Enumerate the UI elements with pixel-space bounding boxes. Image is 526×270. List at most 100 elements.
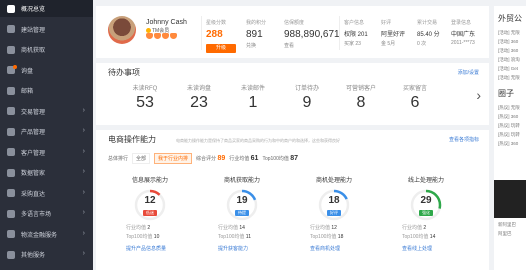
sidebar-item[interactable]: 物流金融服务 › [0,226,93,243]
line-value: 12 [331,225,337,231]
gauge-value: 29 [420,195,432,206]
right-link[interactable]: [活动] 无限 [498,28,526,37]
menu-icon [7,250,15,259]
line-value: 11 [245,234,251,240]
todo-label: 订单待办 [294,86,319,92]
improve-link[interactable]: 查看线上处理 [402,245,473,252]
gauge-tag: 好评 [327,210,341,216]
sidebar-item-label: 其他服务 [21,253,46,259]
industry-average-line: 行业均值 12 [310,224,381,231]
right-link[interactable]: 阿里巴 [498,229,526,238]
ability-gauge: 18 好评 [317,188,351,222]
avatar[interactable] [108,16,136,44]
todo-count: 6 [410,94,420,111]
sidebar-item[interactable]: 概况总览 [0,0,93,17]
stat-sub[interactable]: 买家 23 [344,40,368,47]
chevron-right-icon: › [82,209,85,216]
stat-sub[interactable]: 0 次 [417,40,440,47]
improve-link[interactable]: 查看商机处理 [310,245,381,252]
gauge-tag: 强化 [419,210,433,216]
stat-label: 我的积分 [246,20,267,26]
ability-gauge: 12 低迷 [133,188,167,222]
sidebar-item[interactable]: 建站管理 [0,21,93,38]
right-link[interactable]: [热议] 360 [498,139,526,148]
todo-label: 未读邮件 [240,86,265,92]
main-content: Johnny Cash TM会员 升级 星级分数 288 我的积分 891 兑换 信保额度… [96,0,489,270]
sidebar-item-label: 多语言市场 [21,212,52,218]
sidebar-item[interactable]: 数据管家 › [0,164,93,181]
todo-count: 1 [248,94,258,111]
right-link[interactable]: [热议] 360 [498,112,526,121]
line-value: 18 [337,234,344,240]
heart-icon [162,33,169,39]
gauge-value: 12 [144,195,156,206]
stat-label: 信保额度 [284,20,305,26]
stat-sub[interactable]: 查看 [284,42,340,49]
right-link[interactable]: [热议] 玩转 [498,130,526,139]
sidebar-item[interactable]: 邮箱 [0,82,93,99]
profile-card: Johnny Cash TM会员 升级 星级分数 288 我的积分 891 兑换 信保额度… [96,6,489,58]
top100-average: Top100均值 87 [262,155,299,162]
ability-column: 信息展示能力 12 低迷 行业均值 2 Top100均值 10 提升产品信息质量 [112,175,197,252]
chip-peer[interactable]: 我于行业内排 [154,153,193,164]
todo-label: 买家留言 [402,86,427,92]
sidebar-item-label: 产品管理 [21,130,46,136]
line-label: Top100均值 [126,234,153,240]
top100-average-line: Top100均值 14 [402,233,473,240]
right-link[interactable]: [热议] 无限 [498,103,526,112]
sidebar-item[interactable]: 商机获取 [0,41,93,58]
line-value: 14 [239,225,245,231]
promo-image[interactable] [494,180,526,218]
line-label: 行业均值 [218,225,239,231]
right-link[interactable]: [活动] Get [498,64,526,73]
right-link[interactable]: [活动] 360 [498,46,526,55]
sidebar-item[interactable]: 产品管理 › [0,123,93,140]
sidebar-item[interactable]: 其他服务 › [0,246,93,263]
todo-item[interactable]: 未读RFQ 53 [120,83,170,112]
composite-score: 综合评分 89 [196,155,226,162]
menu-icon [7,209,15,218]
sidebar-item[interactable]: 多语言市场 › [0,205,93,222]
heart-icon [154,33,161,39]
chevron-right-icon: › [82,106,85,114]
gauge-tag: 低迷 [143,210,157,216]
stat-item: 客户信息 权限 201 买家 23 [344,19,368,47]
right-link[interactable]: [活动] 浪淘 [498,55,526,64]
stat-sub[interactable]: 兑换 [246,42,266,49]
sidebar-item-label: 数据管家 [21,171,46,177]
improve-link[interactable]: 提升获客能力 [218,245,289,252]
todo-title: 待办事项 [108,68,140,77]
todo-item[interactable]: 可营销客户 8 [336,83,386,112]
right-link[interactable]: [活动] 无限 [498,73,526,82]
chevron-right-icon: › [82,168,85,175]
next-arrow-icon[interactable]: › [476,87,481,103]
stat-item: 登录信息 中国广东 2011-***73 [451,19,475,46]
sidebar-item-label: 交易管理 [21,109,46,116]
sidebar-item[interactable]: 采购直达 › [0,185,93,202]
todo-settings-link[interactable]: 添加/设置 [458,69,479,76]
upgrade-button[interactable]: 升级 [206,44,236,53]
todo-item[interactable]: 未读邮件 1 [228,83,278,112]
chip-all[interactable]: 全部 [132,153,151,164]
sidebar-item[interactable]: 客户管理 › [0,144,93,161]
right-section-title: 外贸公 [498,14,522,23]
sidebar-item-label: 概况总览 [21,7,46,13]
todo-item[interactable]: 订单待办 9 [282,83,332,112]
improve-link[interactable]: 提升产品信息质量 [126,245,197,252]
ability-title: 商机处理能力 [315,178,352,184]
menu-icon [7,189,15,197]
sidebar-item[interactable]: 询盘 [0,62,93,79]
ability-title: 电商操作能力 [108,135,156,144]
sidebar-item[interactable]: 交易管理 › [0,103,93,120]
right-link[interactable]: [活动] 360 [498,37,526,46]
sidebar: 概况总览 建站管理 商机获取 询盘 邮箱 交易管理 › 产品管理 › 客户管理 › 数据管家 › 采购直达… [0,0,93,270]
stat-sub[interactable]: 2011-***73 [451,40,475,46]
sidebar-item-label: 商机获取 [21,48,46,54]
right-link[interactable]: 新阿里巴 [498,220,526,229]
ability-link[interactable]: 查看各项指标 [449,136,479,143]
stat-sub[interactable]: 金 5月 [381,40,405,47]
chevron-right-icon: › [82,147,85,155]
right-link[interactable]: [热议] 玩转 [498,121,526,130]
todo-item[interactable]: 买家留言 6 [390,83,440,112]
todo-item[interactable]: 未读询盘 23 [174,83,224,112]
